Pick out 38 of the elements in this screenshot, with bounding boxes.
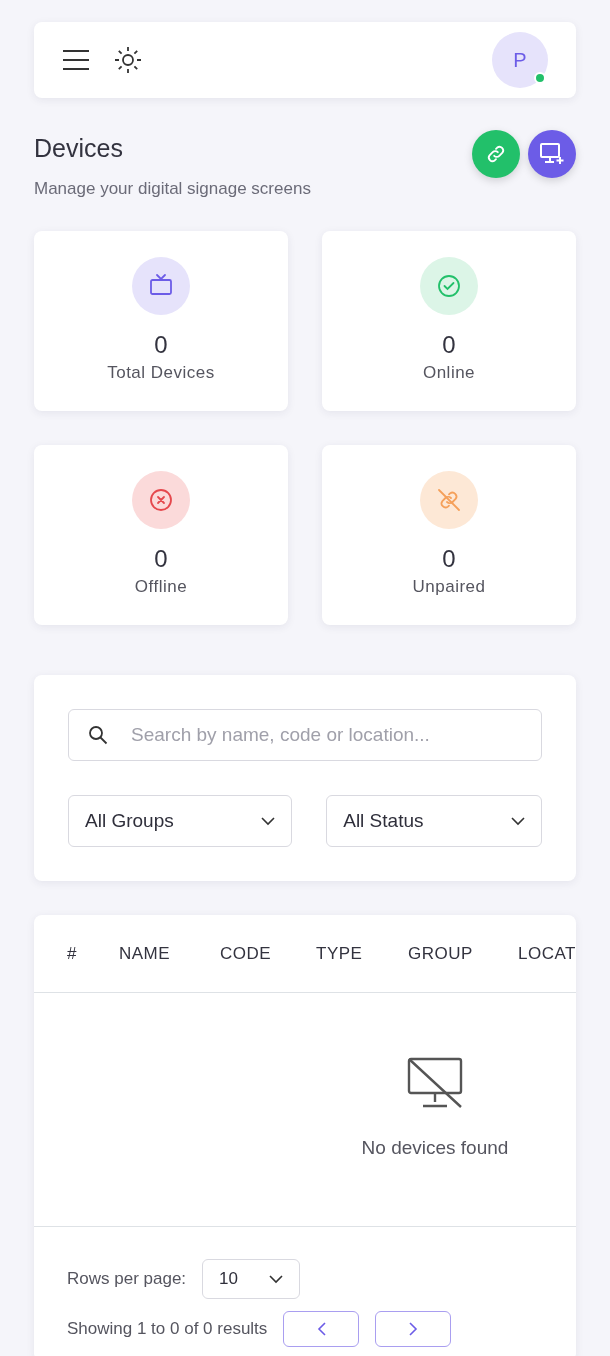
search-icon [88, 725, 108, 745]
filter-dropdown[interactable]: All Groups [68, 795, 293, 847]
menu-icon [62, 49, 90, 71]
search-field[interactable]: Search by name, code or location... [68, 709, 542, 761]
monitor-plus-icon [539, 142, 565, 166]
page-subtitle: Manage your digital signage screens [34, 177, 311, 200]
column-header: CODE [220, 942, 273, 965]
column-header: # [67, 942, 78, 965]
filter-dropdown[interactable]: All Status [326, 795, 542, 847]
user-avatar[interactable]: P [492, 32, 548, 88]
page-title: Devices [34, 133, 124, 164]
sun-icon [114, 46, 142, 74]
results-summary: Showing 1 to 0 of 0 results [67, 1318, 268, 1341]
stat-label: Unpaired [412, 575, 486, 598]
chevron-down-icon [261, 816, 276, 826]
rows-per-page-label: Rows per page: [67, 1268, 187, 1291]
stat-value: 0 [154, 544, 168, 574]
stat-label: Online [422, 361, 476, 384]
theme-toggle-button[interactable] [114, 46, 142, 74]
chevron-left-icon [316, 1322, 326, 1336]
column-header: GROUP [408, 942, 474, 965]
chevron-down-icon [511, 816, 525, 826]
stat-value: 0 [442, 330, 456, 360]
empty-message: No devices found [361, 1136, 509, 1161]
add-device-button[interactable] [528, 130, 576, 178]
chevron-down-icon [269, 1274, 284, 1284]
monitor-off-icon [406, 1056, 464, 1111]
chevron-right-icon [408, 1322, 418, 1336]
column-header: LOCAT [518, 942, 576, 965]
stat-value: 0 [442, 544, 456, 574]
rows-per-page-select[interactable]: 10 [202, 1259, 301, 1299]
link-icon [485, 143, 507, 165]
column-header: NAME [119, 942, 172, 965]
menu-button[interactable] [62, 49, 90, 71]
stat-value: 0 [154, 330, 168, 360]
stat-label: Offline [134, 575, 188, 598]
stat-label: Total Devices [107, 361, 215, 384]
column-header: TYPE [316, 942, 364, 965]
